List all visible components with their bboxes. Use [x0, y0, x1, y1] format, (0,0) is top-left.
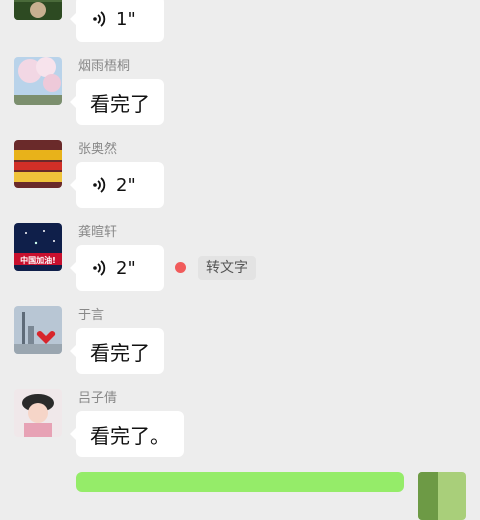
voice-duration: 2" [116, 174, 136, 196]
avatar[interactable] [14, 140, 62, 188]
voice-duration: 1" [116, 8, 136, 30]
own-message-bubble[interactable] [76, 472, 404, 492]
transcribe-button[interactable]: 转文字 [198, 256, 256, 280]
avatar[interactable] [14, 306, 62, 354]
avatar[interactable] [14, 389, 62, 437]
sender-name: 张奥然 [78, 142, 118, 157]
self-avatar[interactable] [418, 472, 466, 520]
text-message-bubble[interactable]: 看完了。 [70, 411, 184, 457]
avatar[interactable] [14, 0, 62, 20]
unread-indicator [175, 262, 186, 273]
sender-name: 龚暄轩 [78, 225, 118, 240]
voice-message-bubble[interactable]: 1" [70, 0, 164, 42]
message-text: 看完了 [90, 340, 150, 365]
voice-message-bubble[interactable]: 2" [70, 162, 164, 208]
sender-name: 烟雨梧桐 [78, 59, 131, 74]
voice-icon [93, 260, 106, 276]
message-text: 看完了。 [90, 423, 170, 448]
avatar[interactable]: 中国加油! [14, 223, 62, 271]
sender-name: 于言 [78, 308, 105, 323]
voice-icon [93, 11, 106, 27]
voice-icon [93, 177, 106, 193]
voice-duration: 2" [116, 257, 136, 279]
text-message-bubble[interactable]: 看完了 [70, 79, 164, 125]
avatar-caption: 中国加油! [20, 256, 56, 265]
voice-message-bubble[interactable]: 2" [70, 245, 164, 291]
text-message-bubble[interactable]: 看完了 [70, 328, 164, 374]
message-text: 看完了 [90, 91, 150, 116]
avatar[interactable] [14, 57, 62, 105]
sender-name: 吕子倩 [78, 391, 118, 406]
